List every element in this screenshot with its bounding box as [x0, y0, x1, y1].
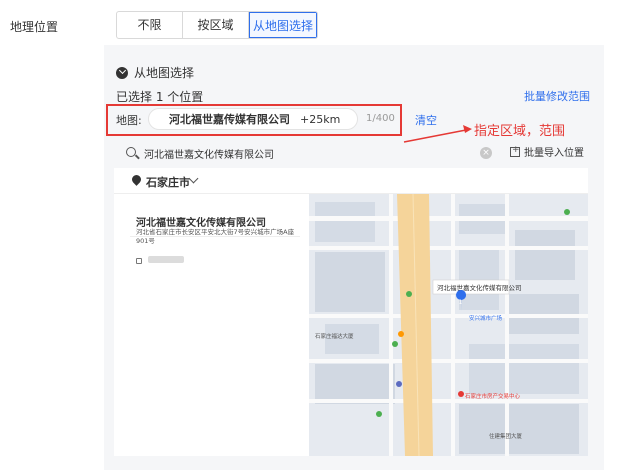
- batch-edit-range-link[interactable]: 批量修改范围: [524, 88, 590, 104]
- map-poi-1: 安兴城市广场: [469, 314, 503, 322]
- batch-import-label: 批量导入位置: [524, 148, 584, 159]
- map-label: 地图:: [116, 114, 142, 127]
- search-icon: [126, 147, 136, 157]
- city-selector[interactable]: 石家庄市: [114, 168, 588, 194]
- map-poi-3: 住建集团大厦: [489, 432, 523, 440]
- import-icon: [510, 145, 520, 157]
- phone-icon: [136, 258, 142, 264]
- map-poi-2: 石家庄市房产交易中心: [465, 392, 521, 400]
- tab-from-map[interactable]: 从地图选择: [249, 12, 317, 38]
- page: 地理位置 不限 按区域 从地图选择 从地图选择 已选择 1 个位置 批量修改范围…: [0, 0, 640, 470]
- result-phone-blurred: [148, 256, 184, 263]
- annotation-text: 指定区域，范围: [474, 124, 566, 139]
- map-search-input[interactable]: 河北福世嘉文化传媒有限公司: [144, 146, 274, 161]
- map-marker-number: 1: [459, 299, 463, 306]
- batch-import-button[interactable]: 批量导入位置: [510, 144, 584, 159]
- tab-unlimited[interactable]: 不限: [117, 12, 183, 38]
- map-place-label: 河北福世嘉文化传媒有限公司: [437, 283, 522, 292]
- geo-location-label: 地理位置: [10, 20, 59, 34]
- location-pin-icon: [130, 173, 143, 186]
- map-search-bar: 河北福世嘉文化传媒有限公司 × 批量导入位置: [114, 140, 594, 166]
- chevron-down-icon: [188, 173, 199, 184]
- clear-search-icon[interactable]: ×: [480, 147, 492, 159]
- map-poi-4: 石家庄福达大厦: [315, 332, 354, 340]
- location-count: 1/400: [366, 113, 395, 124]
- result-divider: [130, 236, 300, 237]
- location-chip[interactable]: 河北福世嘉传媒有限公司 +25km: [148, 108, 358, 130]
- search-result-item[interactable]: 河北福世嘉文化传媒有限公司 河北省石家庄市长安区平安北大街7号安兴城市广场A座9…: [120, 204, 306, 270]
- result-name: 河北福世嘉文化传媒有限公司: [136, 218, 266, 229]
- selected-count-text: 已选择 1 个位置: [116, 90, 204, 104]
- chip-name: 河北福世嘉传媒有限公司: [169, 113, 290, 126]
- map-canvas[interactable]: 河北福世嘉文化传媒有限公司 1 安兴城市广场 石家庄市房产交易中心 住建集团大厦…: [309, 194, 588, 456]
- map-select-header: 从地图选择: [116, 64, 194, 81]
- city-name: 石家庄市: [146, 176, 190, 189]
- collapse-icon[interactable]: [116, 66, 128, 79]
- location-mode-tabs: 不限 按区域 从地图选择: [116, 11, 318, 39]
- map-select-title: 从地图选择: [134, 66, 195, 80]
- map-widget: 石家庄市 河北福世嘉文化传媒有限公司 河北省石家庄市长安区平安北大街7号安兴城市…: [114, 168, 588, 456]
- chip-radius: +25km: [300, 112, 341, 126]
- tab-by-region[interactable]: 按区域: [183, 12, 249, 38]
- result-address: 河北省石家庄市长安区平安北大街7号安兴城市广场A座901号: [136, 228, 295, 245]
